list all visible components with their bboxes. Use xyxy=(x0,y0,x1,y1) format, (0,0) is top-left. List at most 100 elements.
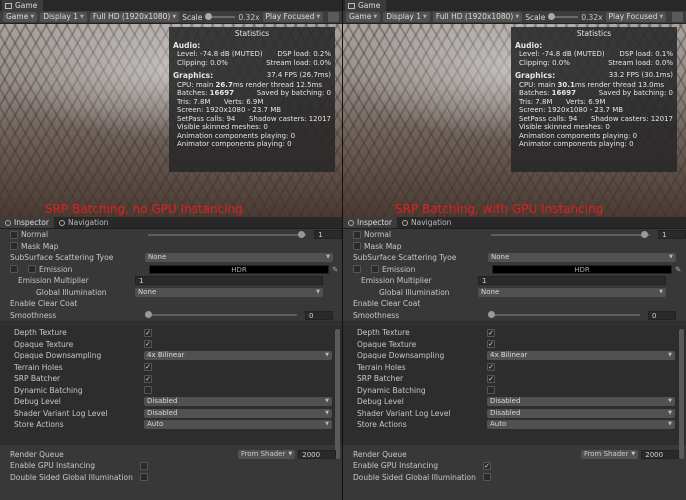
clear-coat-row: Enable Clear Coat xyxy=(343,298,686,310)
chevron-down-icon: ▼ xyxy=(668,421,672,428)
subsurface-dropdown[interactable]: None ▼ xyxy=(488,253,676,263)
play-mode-dropdown[interactable]: Play Focused ▼ xyxy=(605,12,667,22)
normal-slider[interactable] xyxy=(147,230,307,238)
depth-texture-checkbox[interactable]: ✓ xyxy=(144,328,152,337)
subsurface-dropdown[interactable]: None ▼ xyxy=(145,253,333,263)
shader-variant-dropdown[interactable]: Disabled ▼ xyxy=(144,408,332,418)
game-viewport[interactable]: Statistics Audio: Level: -74.8 dB (MUTED… xyxy=(0,24,342,217)
store-actions-dropdown[interactable]: Auto ▼ xyxy=(487,420,675,430)
subsurface-value: None xyxy=(148,253,167,262)
store-actions-dropdown[interactable]: Auto ▼ xyxy=(144,420,332,430)
scale-slider[interactable] xyxy=(205,13,236,20)
game-tab-label: Game xyxy=(15,1,38,10)
gpu-instancing-checkbox[interactable] xyxy=(140,461,148,470)
normal-slider[interactable] xyxy=(491,230,651,238)
chevron-down-icon: ▼ xyxy=(669,254,673,261)
normal-texture-slot[interactable] xyxy=(353,230,361,239)
game-dropdown[interactable]: Game ▼ xyxy=(3,12,38,22)
emission-checkbox[interactable] xyxy=(10,265,18,274)
tab-inspector[interactable]: Inspector xyxy=(343,217,397,228)
gpu-instancing-checkbox[interactable]: ✓ xyxy=(483,461,491,470)
normal-texture-slot[interactable] xyxy=(10,230,18,239)
mask-map-slot[interactable] xyxy=(353,242,361,251)
play-mode-dropdown[interactable]: Play Focused ▼ xyxy=(262,12,324,22)
mask-map-row: Mask Map xyxy=(343,241,686,253)
display-dropdown[interactable]: Display 1 ▼ xyxy=(40,12,87,22)
debug-level-dropdown[interactable]: Disabled ▼ xyxy=(144,397,332,407)
game-dropdown[interactable]: Game ▼ xyxy=(346,12,381,22)
mask-map-slot[interactable] xyxy=(10,242,18,251)
gi-value: None xyxy=(138,287,157,296)
emission-row: Emission HDR ✎ xyxy=(343,264,686,276)
srp-batcher-label: SRP Batcher xyxy=(357,374,404,384)
emission-color-hdr[interactable]: HDR xyxy=(492,264,672,274)
dynamic-batching-checkbox[interactable] xyxy=(487,386,495,395)
opaque-downsampling-dropdown[interactable]: 4x Bilinear ▼ xyxy=(487,351,675,361)
emission-multiplier-value[interactable]: 1 xyxy=(478,276,666,286)
game-viewport[interactable]: Statistics Audio: Level: -74.8 dB (MUTED… xyxy=(343,24,686,217)
chevron-down-icon: ▼ xyxy=(325,398,329,405)
emission-color-hdr[interactable]: HDR xyxy=(149,264,329,274)
double-sided-gi-checkbox[interactable] xyxy=(140,473,148,482)
subsurface-row: SubSurface Scattering Tyoe None ▼ xyxy=(343,252,686,264)
srp-batcher-checkbox[interactable]: ✓ xyxy=(144,374,152,383)
tab-inspector[interactable]: Inspector xyxy=(0,217,54,228)
render-queue-dropdown[interactable]: From Shader ▼ xyxy=(238,449,296,459)
srp-batcher-row: SRP Batcher ✓ xyxy=(343,373,686,385)
opaque-downsampling-dropdown[interactable]: 4x Bilinear ▼ xyxy=(144,351,332,361)
render-queue-dropdown[interactable]: From Shader ▼ xyxy=(581,449,639,459)
emission-texture-slot[interactable] xyxy=(371,265,379,274)
dynamic-batching-label: Dynamic Batching xyxy=(14,385,83,395)
render-queue-value[interactable]: 2000 xyxy=(641,449,680,459)
tab-navigation[interactable]: Navigation xyxy=(397,217,456,228)
gizmos-icon[interactable] xyxy=(328,12,339,22)
batches-prefix: Batches: xyxy=(177,89,208,97)
double-sided-gi-checkbox[interactable] xyxy=(483,473,491,482)
audio-header: Audio: xyxy=(515,41,543,50)
opaque-texture-checkbox[interactable]: ✓ xyxy=(144,340,152,349)
normal-slider-knob[interactable] xyxy=(297,230,305,238)
global-illumination-dropdown[interactable]: None ▼ xyxy=(135,287,323,297)
terrain-holes-checkbox[interactable]: ✓ xyxy=(487,363,495,372)
debug-level-dropdown[interactable]: Disabled ▼ xyxy=(487,397,675,407)
tab-navigation[interactable]: Navigation xyxy=(54,217,113,228)
normal-value[interactable]: 1 xyxy=(314,230,342,240)
gizmos-icon[interactable] xyxy=(672,12,683,22)
scale-slider-knob[interactable] xyxy=(548,13,556,20)
emission-checkbox[interactable] xyxy=(353,265,361,274)
double-sided-gi-row: Double Sided Global Illumination xyxy=(0,472,342,484)
eyedropper-icon[interactable]: ✎ xyxy=(332,265,338,274)
normal-value[interactable]: 1 xyxy=(658,230,686,240)
smoothness-slider[interactable] xyxy=(488,311,640,319)
game-tab[interactable]: Game xyxy=(2,0,44,11)
terrain-holes-checkbox[interactable]: ✓ xyxy=(144,363,152,372)
animation-components: Animation components playing: 0 xyxy=(177,131,296,140)
global-illumination-dropdown[interactable]: None ▼ xyxy=(478,287,666,297)
game-tab[interactable]: Game xyxy=(345,0,387,11)
emission-multiplier-value[interactable]: 1 xyxy=(135,276,323,286)
smoothness-value[interactable]: 0 xyxy=(305,310,333,320)
display-dropdown[interactable]: Display 1 ▼ xyxy=(383,12,430,22)
opaque-downsampling-value: 4x Bilinear xyxy=(490,351,528,360)
scale-slider-knob[interactable] xyxy=(205,13,213,20)
scale-slider[interactable] xyxy=(548,13,579,20)
render-queue-value[interactable]: 2000 xyxy=(298,449,337,459)
eyedropper-icon[interactable]: ✎ xyxy=(675,265,681,274)
srp-batcher-checkbox[interactable]: ✓ xyxy=(487,374,495,383)
shader-variant-dropdown[interactable]: Disabled ▼ xyxy=(487,408,675,418)
smoothness-slider-knob[interactable] xyxy=(145,311,152,319)
comparison-caption: SRP Batching, no GPU Instancing xyxy=(45,202,243,216)
resolution-dropdown[interactable]: Full HD (1920x1080) ▼ xyxy=(89,12,180,22)
smoothness-slider[interactable] xyxy=(145,311,297,319)
opaque-downsampling-value: 4x Bilinear xyxy=(147,351,185,360)
scale-label: Scale xyxy=(525,12,546,22)
resolution-label: Full HD (1920x1080) xyxy=(92,12,171,21)
smoothness-slider-knob[interactable] xyxy=(488,311,495,319)
emission-texture-slot[interactable] xyxy=(28,265,36,274)
smoothness-value[interactable]: 0 xyxy=(648,310,676,320)
dynamic-batching-checkbox[interactable] xyxy=(144,386,152,395)
resolution-dropdown[interactable]: Full HD (1920x1080) ▼ xyxy=(432,12,523,22)
opaque-texture-checkbox[interactable]: ✓ xyxy=(487,340,495,349)
normal-slider-knob[interactable] xyxy=(641,230,649,238)
depth-texture-checkbox[interactable]: ✓ xyxy=(487,328,495,337)
